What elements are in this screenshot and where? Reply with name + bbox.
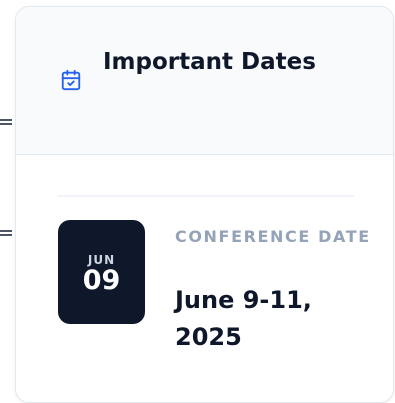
event-label: CONFERENCE DATE (175, 227, 371, 246)
page: Important Dates JUN 09 CONFERENCE DATE J… (0, 0, 395, 403)
calendar-check-icon (61, 69, 81, 91)
drag-handle-icon (0, 230, 12, 236)
event-date: June 9-11, 2025 (175, 286, 312, 351)
date-badge: JUN 09 (58, 220, 145, 324)
important-dates-card: Important Dates JUN 09 CONFERENCE DATE J… (15, 6, 394, 403)
card-title: Important Dates (103, 49, 316, 75)
divider (57, 195, 354, 197)
badge-day: 09 (82, 265, 121, 296)
card-header: Important Dates (16, 7, 393, 155)
drag-handle-icon (0, 119, 12, 125)
